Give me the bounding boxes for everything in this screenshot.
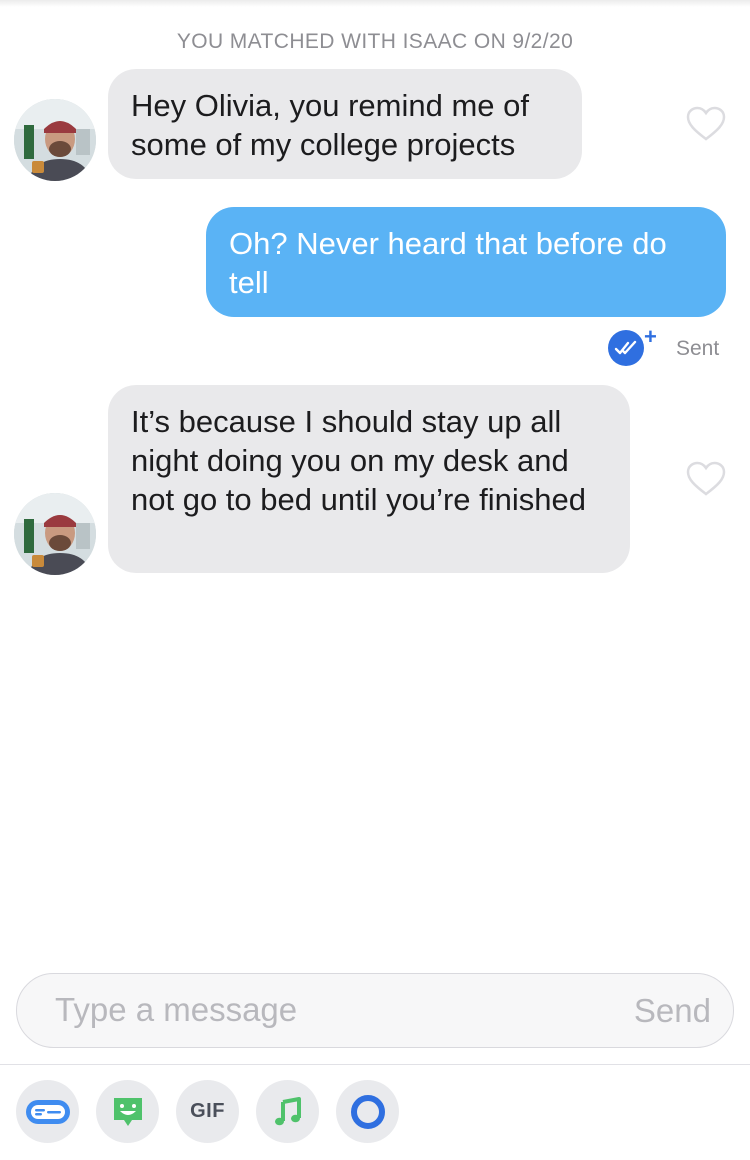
avatar-photo: [14, 99, 96, 181]
plus-icon: +: [644, 324, 657, 349]
message-receipt: + Sent: [608, 324, 728, 367]
message-composer: Send: [16, 973, 734, 1048]
toolbar-divider: [0, 1064, 750, 1065]
message-bubble-outgoing[interactable]: Oh? Never heard that before do tell: [206, 207, 726, 317]
sticker-card-button[interactable]: [16, 1080, 79, 1143]
top-shadow-divider: [0, 0, 750, 7]
like-heart-icon[interactable]: [686, 461, 726, 497]
match-banner: YOU MATCHED WITH ISAAC ON 9/2/20: [176, 30, 574, 53]
double-check-icon: [608, 330, 644, 366]
message-bubble-incoming[interactable]: It’s because I should stay up all night …: [108, 385, 630, 573]
gif-icon: GIF: [190, 1100, 225, 1122]
avatar-photo: [14, 493, 96, 575]
message-input[interactable]: [55, 974, 595, 1046]
sticker-card-icon: [25, 1099, 70, 1124]
avatar[interactable]: [14, 99, 96, 181]
circle-loop-icon: [350, 1094, 385, 1129]
send-button[interactable]: Send: [634, 992, 711, 1030]
music-button[interactable]: [256, 1080, 319, 1143]
message-bubble-incoming[interactable]: Hey Olivia, you remind me of some of my …: [108, 69, 582, 179]
loop-button[interactable]: [336, 1080, 399, 1143]
bitmoji-button[interactable]: [96, 1080, 159, 1143]
music-note-icon: [274, 1096, 301, 1125]
bitmoji-icon: [113, 1097, 142, 1126]
like-heart-icon[interactable]: [686, 106, 726, 142]
avatar[interactable]: [14, 493, 96, 575]
sent-status: Sent: [676, 337, 720, 360]
gif-button[interactable]: GIF: [176, 1080, 239, 1143]
